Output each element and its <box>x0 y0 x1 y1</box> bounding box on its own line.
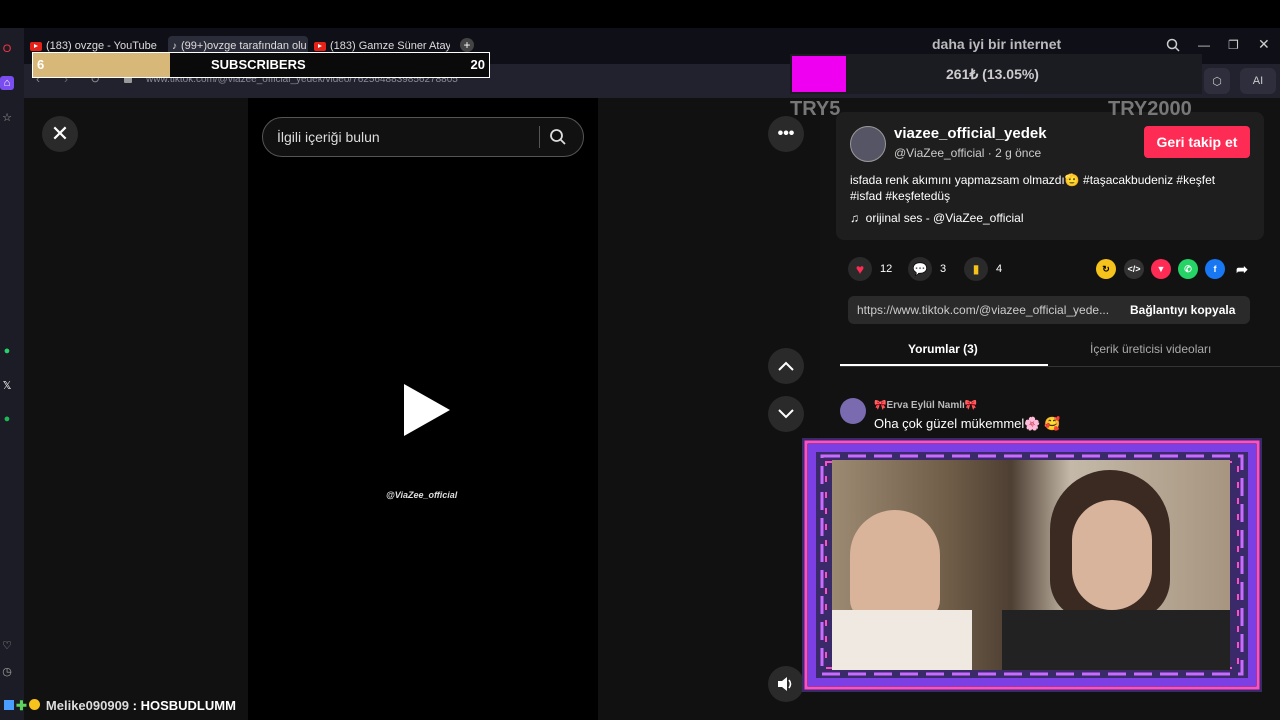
handle-and-time: @ViaZee_official · 2 g önce <box>894 146 1042 160</box>
subscriber-target: 20 <box>470 57 485 72</box>
username[interactable]: viazee_official_yedek <box>894 125 1047 142</box>
chat-text: HOSBUDLUMM <box>140 698 236 713</box>
minimize-icon[interactable]: — <box>1198 38 1212 52</box>
youtube-icon <box>314 41 326 51</box>
donation-goal-title: daha iyi bir internet <box>932 36 1062 52</box>
facebook-icon[interactable]: f <box>1205 259 1225 279</box>
copy-link-button[interactable]: Bağlantıyı kopyala <box>1130 303 1235 317</box>
more-icon: ••• <box>777 125 795 142</box>
home-icon[interactable]: ⌂ <box>0 76 14 90</box>
subscriber-count: 6 <box>37 57 45 72</box>
comment-button[interactable]: 💬 3 <box>908 257 946 281</box>
follow-label: Geri takip et <box>1156 134 1238 150</box>
follow-back-button[interactable]: Geri takip et <box>1144 126 1250 158</box>
tab-title: (183) ovzge - YouTube <box>46 40 157 52</box>
bookmark-icon: ▮ <box>964 257 988 281</box>
plus-badge-icon: ✚ <box>16 698 27 713</box>
chevron-down-icon <box>778 409 794 419</box>
volume-button[interactable] <box>768 666 804 702</box>
sound-label: orijinal ses - @ViaZee_official <box>865 211 1024 225</box>
chevron-up-icon <box>778 361 794 371</box>
whatsapp-share-icon[interactable]: ✆ <box>1178 259 1198 279</box>
browser-sidebar: O ⌂ ☆ ● 𝕏 ● ♡ ◷ <box>0 28 24 720</box>
post-caption: isfada renk akımını yapmazsam olmazdı🫡 #… <box>850 173 1216 203</box>
tab-title: (99+)ovzge tarafından olu <box>181 40 307 52</box>
spotify-icon[interactable]: ● <box>0 412 14 426</box>
music-note-icon: ♫ <box>850 211 859 225</box>
badge-icon <box>4 700 14 710</box>
person-left <box>850 510 940 620</box>
comment-text: Oha çok güzel mükemmel🌸 🥰 <box>874 416 1061 431</box>
person-left-shirt <box>832 610 972 670</box>
repost-icon[interactable]: ↻ <box>1096 259 1116 279</box>
new-tab-label: + <box>463 38 471 52</box>
close-window-icon[interactable]: ✕ <box>1258 36 1272 52</box>
tab-comments[interactable]: Yorumlar (3) <box>908 342 978 356</box>
post-link[interactable]: https://www.tiktok.com/@viazee_official_… <box>857 303 1109 317</box>
search-placeholder: İlgili içeriği bulun <box>277 129 380 145</box>
related-search-input[interactable]: İlgili içeriği bulun <box>262 117 584 157</box>
tab-divider <box>840 366 1280 367</box>
chat-separator: : <box>129 698 141 713</box>
coin-badge-icon <box>28 699 40 710</box>
star-icon[interactable]: ☆ <box>0 110 14 124</box>
share-arrow-icon[interactable]: ➦ <box>1232 259 1252 279</box>
search-tabs-icon[interactable] <box>1166 38 1180 52</box>
like-button[interactable]: ♥ 12 <box>848 257 892 281</box>
youtube-icon <box>30 41 42 51</box>
comment-author[interactable]: 🎀Erva Eylül Namlı🎀 <box>874 400 977 411</box>
ai-button[interactable]: AI <box>1240 68 1276 94</box>
search-icon[interactable] <box>549 128 567 146</box>
subscriber-progress-fill <box>33 53 170 77</box>
send-icon[interactable]: ▼ <box>1151 259 1171 279</box>
embed-icon[interactable]: </> <box>1124 259 1144 279</box>
play-icon[interactable] <box>404 384 450 436</box>
donation-start-value: TRY5 <box>790 98 841 120</box>
history-icon[interactable]: ◷ <box>0 664 14 678</box>
close-video-button[interactable]: ✕ <box>42 116 78 152</box>
subscriber-label: SUBSCRIBERS <box>211 57 306 72</box>
previous-video-button[interactable] <box>768 348 804 384</box>
search-divider <box>539 126 540 148</box>
person-right <box>1072 500 1152 610</box>
webcam-feed <box>832 460 1230 670</box>
person-right-shirt <box>1002 610 1230 670</box>
maximize-icon[interactable]: ❐ <box>1228 38 1242 52</box>
subscriber-goal-bar: 6 SUBSCRIBERS 20 <box>32 52 490 78</box>
comment-count: 3 <box>940 263 947 275</box>
tiktok-icon: ♪ <box>172 40 177 52</box>
video-watermark: @ViaZee_official <box>386 490 458 500</box>
comment-icon: 💬 <box>908 257 932 281</box>
tab-creator-videos[interactable]: İçerik üreticisi videoları <box>1090 342 1211 356</box>
x-icon[interactable]: 𝕏 <box>0 378 14 392</box>
close-icon: ✕ <box>50 121 70 146</box>
like-count: 12 <box>880 263 893 275</box>
avatar[interactable] <box>850 126 886 162</box>
more-options-button[interactable]: ••• <box>768 116 804 152</box>
heart-icon[interactable]: ♡ <box>0 638 14 652</box>
tab-title: (183) Gamze Süner Atay S <box>330 40 450 52</box>
next-video-button[interactable] <box>768 396 804 432</box>
save-count: 4 <box>996 263 1003 275</box>
link-box: https://www.tiktok.com/@viazee_official_… <box>848 296 1250 324</box>
new-tab-button[interactable]: + <box>460 38 474 52</box>
whatsapp-icon[interactable]: ● <box>0 344 14 358</box>
donation-progress-fill <box>792 56 846 92</box>
heart-icon: ♥ <box>848 257 872 281</box>
donation-amount: 261₺ (13.05%) <box>946 66 1039 82</box>
extension-cube-icon[interactable]: ⬡ <box>1204 68 1230 94</box>
save-button[interactable]: ▮ 4 <box>964 257 1002 281</box>
active-tab-indicator <box>840 364 1048 366</box>
comment-avatar[interactable] <box>840 398 866 424</box>
ai-label: AI <box>1252 75 1264 87</box>
opera-logo-icon[interactable]: O <box>0 42 14 56</box>
sound-link[interactable]: ♫ orijinal ses - @ViaZee_official <box>850 211 1023 225</box>
donation-goal-value: TRY2000 <box>1108 98 1192 120</box>
speaker-icon <box>778 677 792 691</box>
chat-username: Melike090909 <box>45 698 130 713</box>
chat-message: ✚ Melike090909 : HOSBUDLUMM <box>4 698 236 714</box>
